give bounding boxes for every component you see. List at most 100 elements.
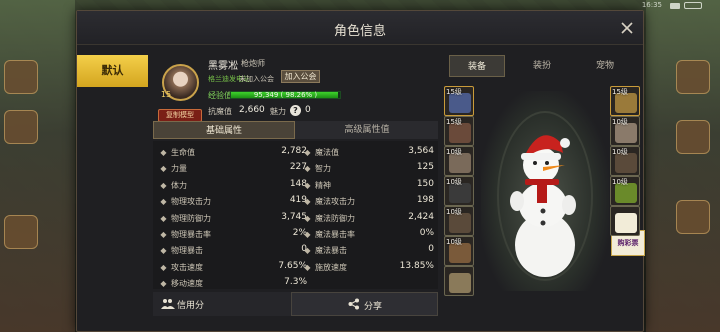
- fist-icon: ◆: [160, 164, 167, 174]
- resistance-label: 抗魔值: [208, 107, 232, 116]
- equipment-slot[interactable]: 10级: [610, 176, 640, 206]
- stat-value: 0: [428, 244, 434, 255]
- stat-name: 智力: [315, 164, 331, 174]
- cast-speed-icon: ◆: [304, 262, 311, 272]
- battery-icon: [684, 2, 702, 9]
- stat-value: 227: [289, 162, 307, 173]
- stat-value: 2,782: [281, 146, 307, 156]
- side-menu-button[interactable]: [4, 60, 38, 94]
- equipment-slot[interactable]: 15级: [444, 116, 474, 146]
- tab-equipment[interactable]: 装备: [449, 55, 505, 77]
- status-time: 16:35: [641, 1, 662, 9]
- level-badge: 15: [160, 90, 172, 99]
- stat-value: 13.85%: [399, 260, 434, 271]
- stat-value: 419: [289, 195, 307, 206]
- spirit-icon: ◆: [304, 180, 311, 190]
- equipment-slot[interactable]: 15级: [610, 86, 640, 116]
- staff-icon: ◆: [304, 197, 311, 207]
- stat-name: 物理防御力: [171, 213, 211, 223]
- stat-value: 3,745: [281, 211, 307, 222]
- equipment-slot[interactable]: [444, 266, 474, 296]
- stat-name: 魔法值: [315, 148, 339, 157]
- stat-name: 魔法攻击力: [315, 197, 355, 207]
- stat-name: 魔法暴击: [315, 246, 347, 256]
- equipment-level: 10级: [446, 238, 462, 246]
- tab-pet[interactable]: 宠物: [577, 55, 633, 77]
- stats-table: ◆ 生命值 2,782 ◆ 魔法值 3,564 ◆ 力量 227 ◆ 智力 125 ◆ 体力 148 ◆ 精神 1…: [153, 141, 438, 289]
- stat-row: ◆ 物理暴击 0 ◆ 魔法暴击 0: [153, 244, 438, 257]
- shield-icon: ◆: [160, 213, 167, 223]
- magic-crit-icon: ◆: [304, 230, 311, 239]
- share-button[interactable]: 分享: [291, 292, 438, 316]
- stat-name: 物理攻击力: [171, 197, 211, 207]
- stat-row: ◆ 攻击速度 7.65% ◆ 施放速度 13.85%: [153, 261, 438, 274]
- side-menu-button[interactable]: [676, 120, 710, 154]
- title-bar: 角色信息: [77, 11, 643, 45]
- stat-value: 0%: [419, 228, 434, 238]
- side-menu-button[interactable]: [4, 215, 38, 249]
- help-icon[interactable]: ?: [290, 105, 301, 116]
- tab-basic-attributes[interactable]: 基础属性: [153, 121, 295, 139]
- stat-row: ◆ 物理防御力 3,745 ◆ 魔法防御力 2,424: [153, 212, 438, 225]
- equipment-slot[interactable]: 10级: [444, 206, 474, 236]
- magic-shield-icon: ◆: [304, 213, 311, 223]
- mana-icon: ◆: [304, 148, 311, 157]
- equipment-slot[interactable]: 10级: [610, 146, 640, 176]
- credit-score-button[interactable]: 信用分: [153, 292, 291, 316]
- close-button[interactable]: [619, 20, 635, 36]
- stat-name: 攻击速度: [171, 262, 203, 272]
- character-preview[interactable]: [481, 91, 609, 291]
- equipment-level: 10级: [612, 148, 628, 156]
- charm-label: 魅力: [270, 107, 286, 116]
- guild-status: 未加入公会: [239, 75, 274, 83]
- stat-value: 150: [416, 178, 434, 189]
- stat-row: ◆ 物理暴击率 2% ◆ 魔法暴击率 0%: [153, 228, 438, 241]
- equipment-level: 10级: [612, 118, 628, 126]
- stat-value: 3,564: [408, 146, 434, 156]
- move-speed-icon: ◆: [160, 279, 167, 289]
- stat-value: 0: [301, 244, 307, 255]
- stat-value: 148: [289, 178, 307, 189]
- equipment-slot[interactable]: 10级: [444, 236, 474, 266]
- stat-name: 移动速度: [171, 279, 203, 289]
- stat-row: ◆ 力量 227 ◆ 智力 125: [153, 162, 438, 175]
- stat-row: ◆ 体力 148 ◆ 精神 150: [153, 179, 438, 192]
- equipment-level: 10级: [446, 148, 462, 156]
- credit-score-label: 信用分: [177, 301, 205, 311]
- equipment-item-icon: [615, 213, 637, 233]
- equipment-slot[interactable]: [610, 206, 640, 236]
- right-scene-decoration: [646, 0, 720, 332]
- share-label: 分享: [364, 302, 383, 312]
- crit-icon: ◆: [160, 230, 167, 239]
- stat-name: 力量: [171, 164, 187, 174]
- users-icon: [161, 298, 175, 310]
- crit-damage-icon: ◆: [160, 246, 167, 256]
- stat-name: 生命值: [171, 148, 195, 157]
- side-menu-button[interactable]: [4, 110, 38, 144]
- equipment-slot[interactable]: 10级: [444, 146, 474, 176]
- stat-row: ◆ 移动速度 7.3%: [153, 277, 438, 290]
- character-name: 黑雾凇: [208, 61, 238, 72]
- tab-advanced-attributes[interactable]: 高级属性值: [296, 121, 438, 139]
- equipment-level: 10级: [446, 178, 462, 186]
- exp-label: 经验值: [208, 91, 232, 100]
- preset-tab-default[interactable]: 默认: [77, 55, 148, 87]
- side-menu-button[interactable]: [676, 200, 710, 234]
- tab-avatar[interactable]: 装扮: [514, 55, 570, 77]
- stat-value: 2,424: [408, 211, 434, 222]
- exp-text: 95,349 ( 98.26% ): [253, 91, 318, 99]
- charm-value: 0: [305, 105, 311, 115]
- equipment-level: 15级: [612, 88, 628, 96]
- stat-name: 魔法暴击率: [315, 230, 355, 239]
- equipment-slot[interactable]: 15级: [444, 86, 474, 116]
- stat-row: ◆ 生命值 2,782 ◆ 魔法值 3,564: [153, 146, 438, 159]
- stat-name: 魔法防御力: [315, 213, 355, 223]
- snowman-avatar: [510, 135, 576, 277]
- join-guild-button[interactable]: 加入公会: [281, 70, 320, 83]
- side-menu-button[interactable]: [676, 60, 710, 94]
- equipment-level: 10级: [612, 178, 628, 186]
- stat-value: 7.3%: [284, 277, 307, 288]
- equipment-slot[interactable]: 10级: [444, 176, 474, 206]
- equipment-slot[interactable]: 10级: [610, 116, 640, 146]
- stat-value: 198: [416, 195, 434, 206]
